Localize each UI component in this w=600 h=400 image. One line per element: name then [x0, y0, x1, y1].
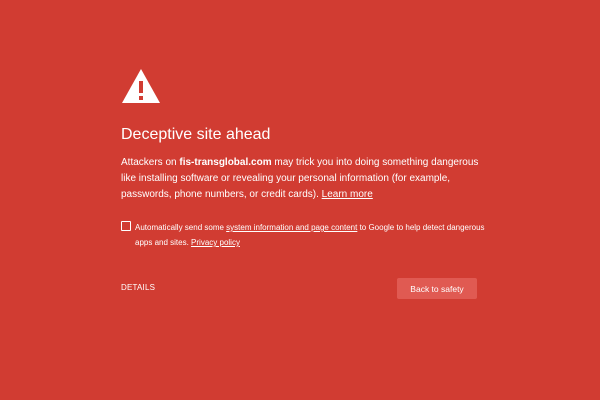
interstitial-page: { "page": { "background_color": "#D13C32… — [0, 0, 600, 400]
privacy-policy-link[interactable]: Privacy policy — [191, 238, 240, 247]
learn-more-link[interactable]: Learn more — [322, 189, 373, 200]
report-checkbox[interactable] — [121, 221, 131, 231]
warning-triangle-icon — [122, 69, 160, 103]
warning-message: Attackers on fis-transglobal.com may tri… — [121, 155, 486, 203]
report-text: Automatically send some system informati… — [135, 220, 491, 250]
message-prefix: Attackers on — [121, 157, 180, 168]
page-title: Deceptive site ahead — [121, 126, 271, 143]
back-to-safety-button[interactable]: Back to safety — [397, 278, 477, 299]
site-name: fis-transglobal.com — [179, 157, 272, 168]
system-information-link[interactable]: system information and page content — [226, 223, 357, 232]
details-button[interactable]: DETAILS — [121, 283, 155, 292]
report-prefix: Automatically send some — [135, 223, 227, 232]
report-option: Automatically send some system informati… — [121, 220, 491, 250]
